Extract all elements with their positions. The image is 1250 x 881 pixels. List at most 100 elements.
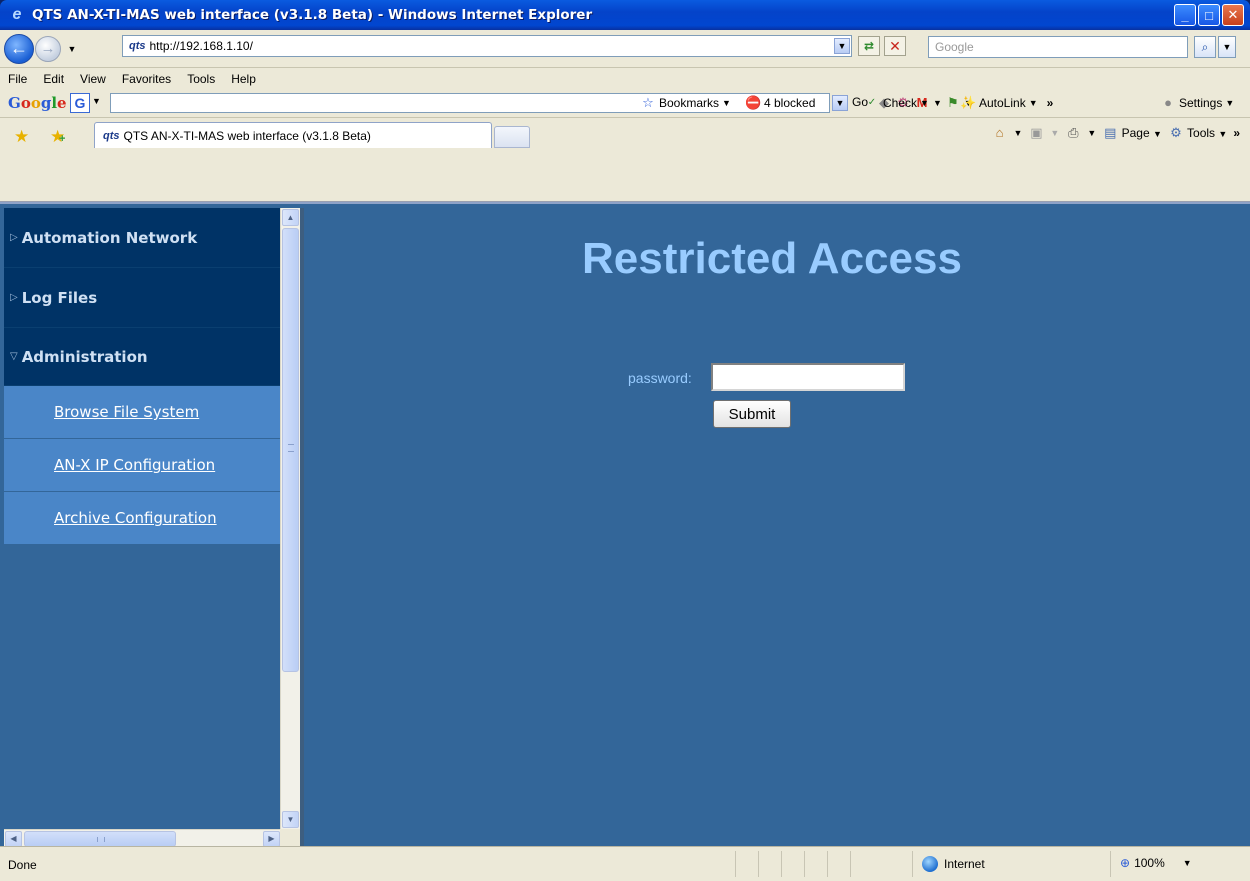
menu-file[interactable]: File — [8, 72, 27, 86]
scroll-up-icon[interactable]: ▲ — [282, 209, 299, 226]
status-divider — [758, 851, 759, 877]
address-dropdown-icon[interactable]: ▼ — [834, 38, 850, 54]
tab-bar: ★ ★ + qts QTS AN-X-TI-MAS web interface (… — [0, 118, 1250, 202]
star-outline-icon: ☆ — [642, 95, 654, 110]
bookmarks-dropdown-icon: ▼ — [722, 98, 731, 108]
menu-help[interactable]: Help — [231, 72, 256, 86]
zoom-control[interactable]: ⊕ 100% ▼ — [1120, 856, 1192, 870]
autolink-label: AutoLink — [979, 96, 1026, 110]
menu-bar: File Edit View Favorites Tools Help — [0, 68, 1250, 90]
security-zone[interactable]: Internet — [922, 856, 985, 872]
sidebar-link-browse-file-system[interactable]: Browse File System — [4, 386, 280, 439]
status-bar: Done Internet ⊕ 100% ▼ — [0, 846, 1250, 881]
minimize-button[interactable]: _ — [1174, 4, 1196, 26]
status-divider — [912, 851, 913, 877]
status-divider — [827, 851, 828, 877]
check-label: Check — [883, 96, 918, 110]
collapsed-arrow-icon: ▷ — [10, 232, 18, 243]
navigation-frame: ▷ Automation Network ▷ Log Files ▽ Admin… — [4, 208, 304, 848]
tools-label: Tools — [1187, 126, 1216, 140]
tools-menu-button[interactable]: ⚙ Tools ▼ — [1168, 125, 1227, 141]
vertical-scroll-thumb[interactable] — [282, 228, 299, 672]
sidebar-link-archive-configuration[interactable]: Archive Configuration — [4, 492, 280, 545]
address-url: http://192.168.1.10/ — [149, 39, 253, 53]
bookmarks-label: Bookmarks — [659, 96, 720, 110]
forward-button[interactable]: → — [35, 35, 61, 62]
back-button[interactable]: ← — [4, 33, 34, 64]
home-icon[interactable]: ⌂ — [992, 125, 1008, 141]
zoom-dropdown-icon: ▼ — [1182, 858, 1192, 868]
gear-icon: ⚙ — [1170, 125, 1182, 140]
search-icon[interactable]: ⌕ — [1194, 36, 1216, 58]
more-chevron-icon[interactable]: » — [1047, 96, 1054, 110]
tab-favicon-icon: qts — [103, 129, 120, 142]
address-input[interactable]: qts http://192.168.1.10/ — [122, 35, 852, 57]
vertical-scrollbar[interactable]: ▲ ▼ — [280, 208, 300, 829]
refresh-icon[interactable]: ⇄ — [858, 36, 880, 56]
search-options-dropdown[interactable]: ▼ — [1218, 36, 1236, 58]
menu-favorites[interactable]: Favorites — [122, 72, 171, 86]
new-tab-button[interactable] — [494, 126, 530, 148]
status-divider — [804, 851, 805, 877]
settings-button[interactable]: ● Settings ▼ — [1160, 95, 1234, 111]
gmail-dropdown-icon[interactable]: ▼ — [933, 98, 942, 108]
window-title-bar: e QTS AN-X-TI-MAS web interface (v3.1.8 … — [0, 0, 1250, 30]
horizontal-scroll-thumb[interactable] — [24, 831, 176, 847]
sidebar-item-automation-network[interactable]: ▷ Automation Network — [4, 208, 280, 268]
command-bar-more-icon[interactable]: » — [1233, 126, 1240, 140]
maximize-button[interactable]: □ — [1198, 4, 1220, 26]
page-content: ▷ Automation Network ▷ Log Files ▽ Admin… — [0, 202, 1250, 848]
sidebar-item-label: Administration — [21, 347, 148, 366]
zoom-label: 100% — [1134, 856, 1165, 870]
status-divider — [850, 851, 851, 877]
print-dropdown-icon[interactable]: ▼ — [1087, 128, 1096, 138]
popup-blocker-button[interactable]: ⛔ 4 blocked — [745, 95, 815, 111]
ie-logo-icon: e — [12, 6, 22, 23]
translate-icon[interactable]: ⚑ — [945, 95, 961, 111]
feeds-dropdown-icon[interactable]: ▼ — [1050, 128, 1059, 138]
bookmarks-button[interactable]: ☆ Bookmarks ▼ — [640, 95, 731, 111]
settings-label: Settings — [1179, 96, 1223, 110]
password-field[interactable] — [711, 363, 905, 391]
close-button[interactable]: ✕ — [1222, 4, 1244, 26]
sidebar-link-anx-ip-configuration[interactable]: AN-X IP Configuration — [4, 439, 280, 492]
stop-icon[interactable]: ✕ — [884, 36, 906, 56]
menu-edit[interactable]: Edit — [43, 72, 64, 86]
scroll-right-icon[interactable]: ▶ — [263, 831, 280, 847]
tab-title: QTS AN-X-TI-MAS web interface (v3.1.8 Be… — [123, 128, 371, 143]
autolink-button[interactable]: ✨ AutoLink ▼ » — [960, 95, 1053, 111]
submit-button[interactable]: Submit — [713, 400, 791, 428]
google-menu-button[interactable]: G — [70, 93, 90, 113]
zone-label: Internet — [944, 857, 985, 871]
status-divider — [735, 851, 736, 877]
recent-pages-dropdown[interactable]: ▼ — [65, 44, 79, 54]
search-input[interactable]: Google — [928, 36, 1188, 58]
tools-dropdown-icon: ▼ — [1218, 129, 1228, 139]
sidebar-item-administration[interactable]: ▽ Administration — [4, 328, 280, 386]
scroll-down-icon[interactable]: ▼ — [282, 811, 299, 828]
zoom-icon: ⊕ — [1120, 856, 1131, 870]
menu-tools[interactable]: Tools — [187, 72, 215, 86]
home-dropdown-icon[interactable]: ▼ — [1014, 128, 1023, 138]
sidebar-item-log-files[interactable]: ▷ Log Files — [4, 268, 280, 328]
spell-check-button[interactable]: ✓ Check ▼ — [864, 95, 929, 111]
menu-view[interactable]: View — [80, 72, 106, 86]
add-favorite-icon[interactable]: ★ + — [50, 127, 65, 147]
google-search-dropdown-icon[interactable]: ▼ — [832, 95, 848, 111]
favorites-star-icon[interactable]: ★ — [14, 127, 29, 147]
main-frame: Restricted Access password: Submit — [308, 204, 1250, 848]
page-menu-button[interactable]: ▤ Page ▼ — [1102, 125, 1162, 141]
print-icon[interactable]: ⎙ — [1065, 125, 1081, 141]
sidebar-nav: ▷ Automation Network ▷ Log Files ▽ Admin… — [4, 208, 280, 829]
autolink-dropdown-icon: ▼ — [1028, 98, 1038, 108]
address-toolbar: ← → ▼ qts http://192.168.1.10/ ▼ ⇄ ✕ Goo… — [0, 30, 1250, 68]
page-icon: ▤ — [1104, 125, 1117, 140]
google-logo: Google — [8, 94, 67, 112]
scroll-left-icon[interactable]: ◀ — [5, 831, 22, 847]
tab-active[interactable]: qts QTS AN-X-TI-MAS web interface (v3.1.… — [94, 122, 492, 148]
command-bar: ⌂ ▼ ▣ ▼ ⎙ ▼ ▤ Page ▼ ⚙ Tools ▼ » — [992, 125, 1240, 141]
site-favicon-icon: qts — [129, 40, 146, 52]
feeds-icon[interactable]: ▣ — [1028, 125, 1044, 141]
google-menu-dropdown-icon[interactable]: ▼ — [92, 96, 101, 106]
sidebar-item-label: Automation Network — [21, 228, 198, 247]
